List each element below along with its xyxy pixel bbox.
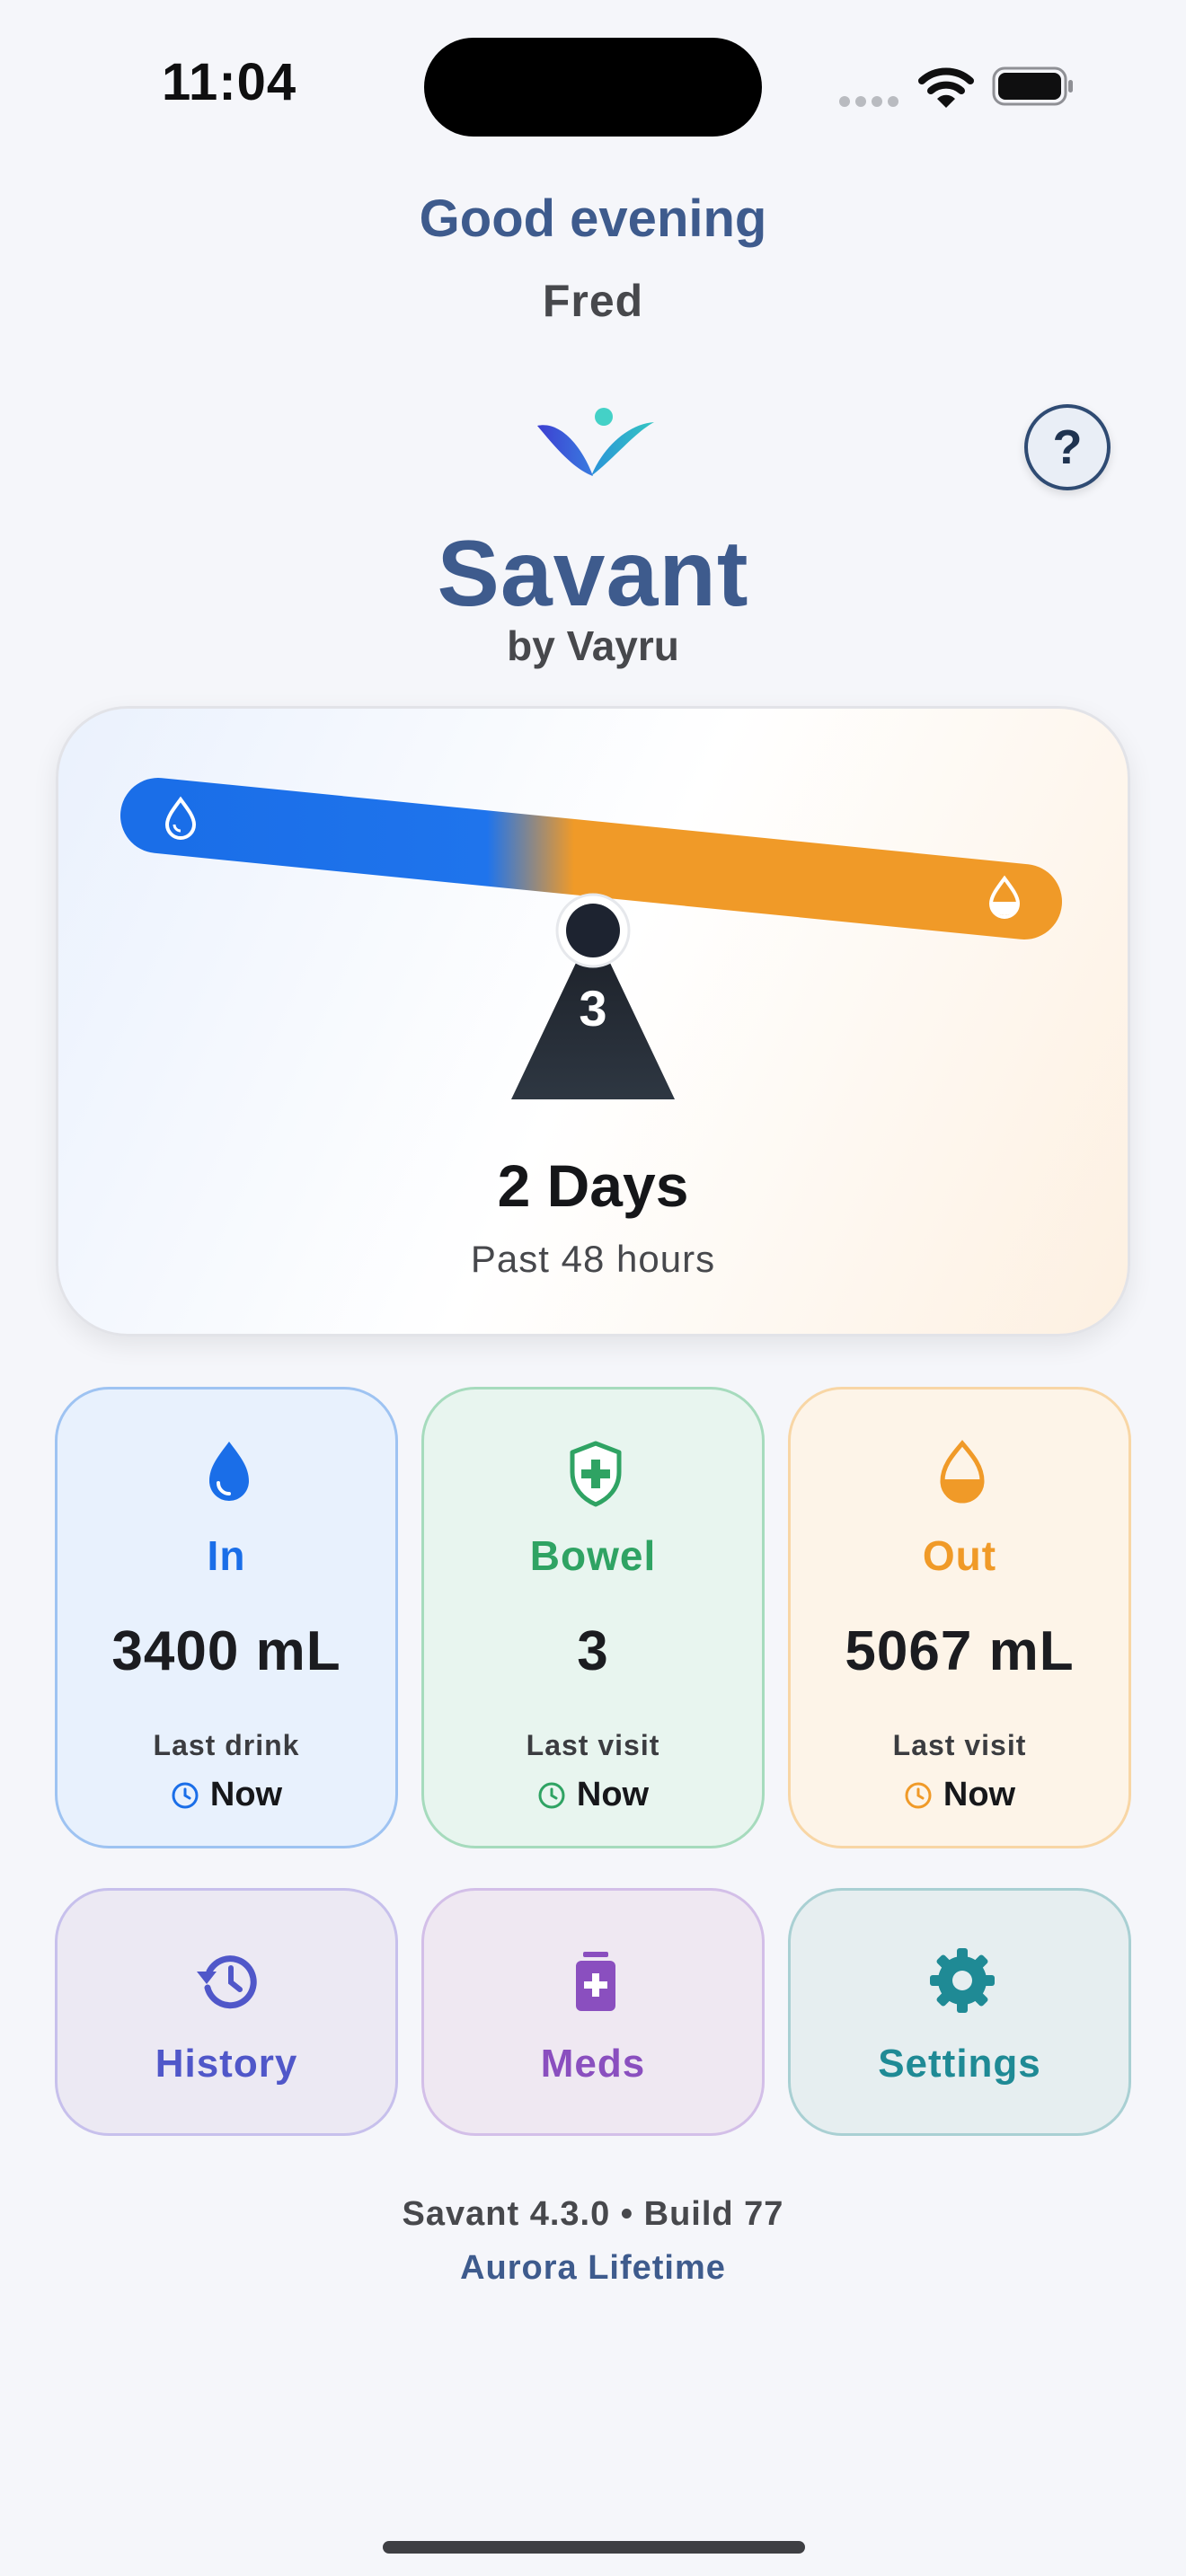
bowel-value: 3: [577, 1620, 609, 1682]
bowel-label: Bowel: [529, 1532, 657, 1579]
user-name: Fred: [542, 276, 644, 326]
output-value: 5067 mL: [845, 1620, 1075, 1682]
pill-bottle-icon: [576, 1952, 615, 2011]
output-label: Out: [922, 1532, 997, 1579]
intake-label: In: [207, 1532, 246, 1579]
home-indicator[interactable]: [383, 2541, 805, 2554]
bowel-card[interactable]: Bowel 3 Last visit Now: [421, 1387, 765, 1848]
vayru-logo-icon: [537, 408, 654, 476]
history-label: History: [155, 2042, 298, 2086]
help-button[interactable]: ?: [1024, 404, 1111, 490]
meds-button[interactable]: Meds: [421, 1888, 765, 2136]
balance-period-label: Past 48 hours: [470, 1238, 716, 1280]
greeting-text: Good evening: [419, 190, 767, 248]
subscription-plan[interactable]: Aurora Lifetime: [0, 2249, 1186, 2288]
half-drop-icon: [940, 1440, 985, 1504]
status-time: 11:04: [162, 53, 297, 111]
balance-period-value: 2 Days: [497, 1152, 689, 1219]
output-when: Now: [943, 1776, 1016, 1813]
output-sub-label: Last visit: [892, 1729, 1027, 1761]
dynamic-island: [424, 38, 762, 137]
clock-icon: [172, 1782, 199, 1808]
app-byline: by Vayru: [507, 622, 679, 669]
balance-beam: [120, 778, 1062, 940]
intake-sub-label: Last drink: [153, 1729, 300, 1761]
history-icon: [197, 1955, 257, 2009]
output-card[interactable]: Out 5067 mL Last visit Now: [788, 1387, 1131, 1848]
cellular-signal-icon: [839, 90, 902, 113]
intake-card[interactable]: In 3400 mL Last drink Now: [55, 1387, 398, 1848]
history-button[interactable]: History: [55, 1888, 398, 2136]
app-version: Savant 4.3.0 • Build 77: [402, 2195, 784, 2233]
battery-icon: [992, 66, 1073, 106]
bowel-when: Now: [576, 1776, 650, 1813]
app-title: Savant: [437, 522, 749, 626]
settings-label: Settings: [878, 2042, 1041, 2086]
clock-icon: [538, 1782, 565, 1808]
water-drop-icon: [209, 1442, 249, 1501]
balance-score: 3: [579, 980, 606, 1037]
intake-when: Now: [209, 1776, 283, 1813]
settings-button[interactable]: Settings: [788, 1888, 1131, 2136]
bowel-sub-label: Last visit: [526, 1729, 660, 1761]
gear-icon: [930, 1948, 995, 2013]
wifi-icon: [918, 67, 974, 108]
clock-icon: [905, 1782, 932, 1808]
meds-label: Meds: [540, 2042, 646, 2086]
intake-value: 3400 mL: [111, 1620, 341, 1682]
shield-plus-icon: [570, 1441, 622, 1507]
